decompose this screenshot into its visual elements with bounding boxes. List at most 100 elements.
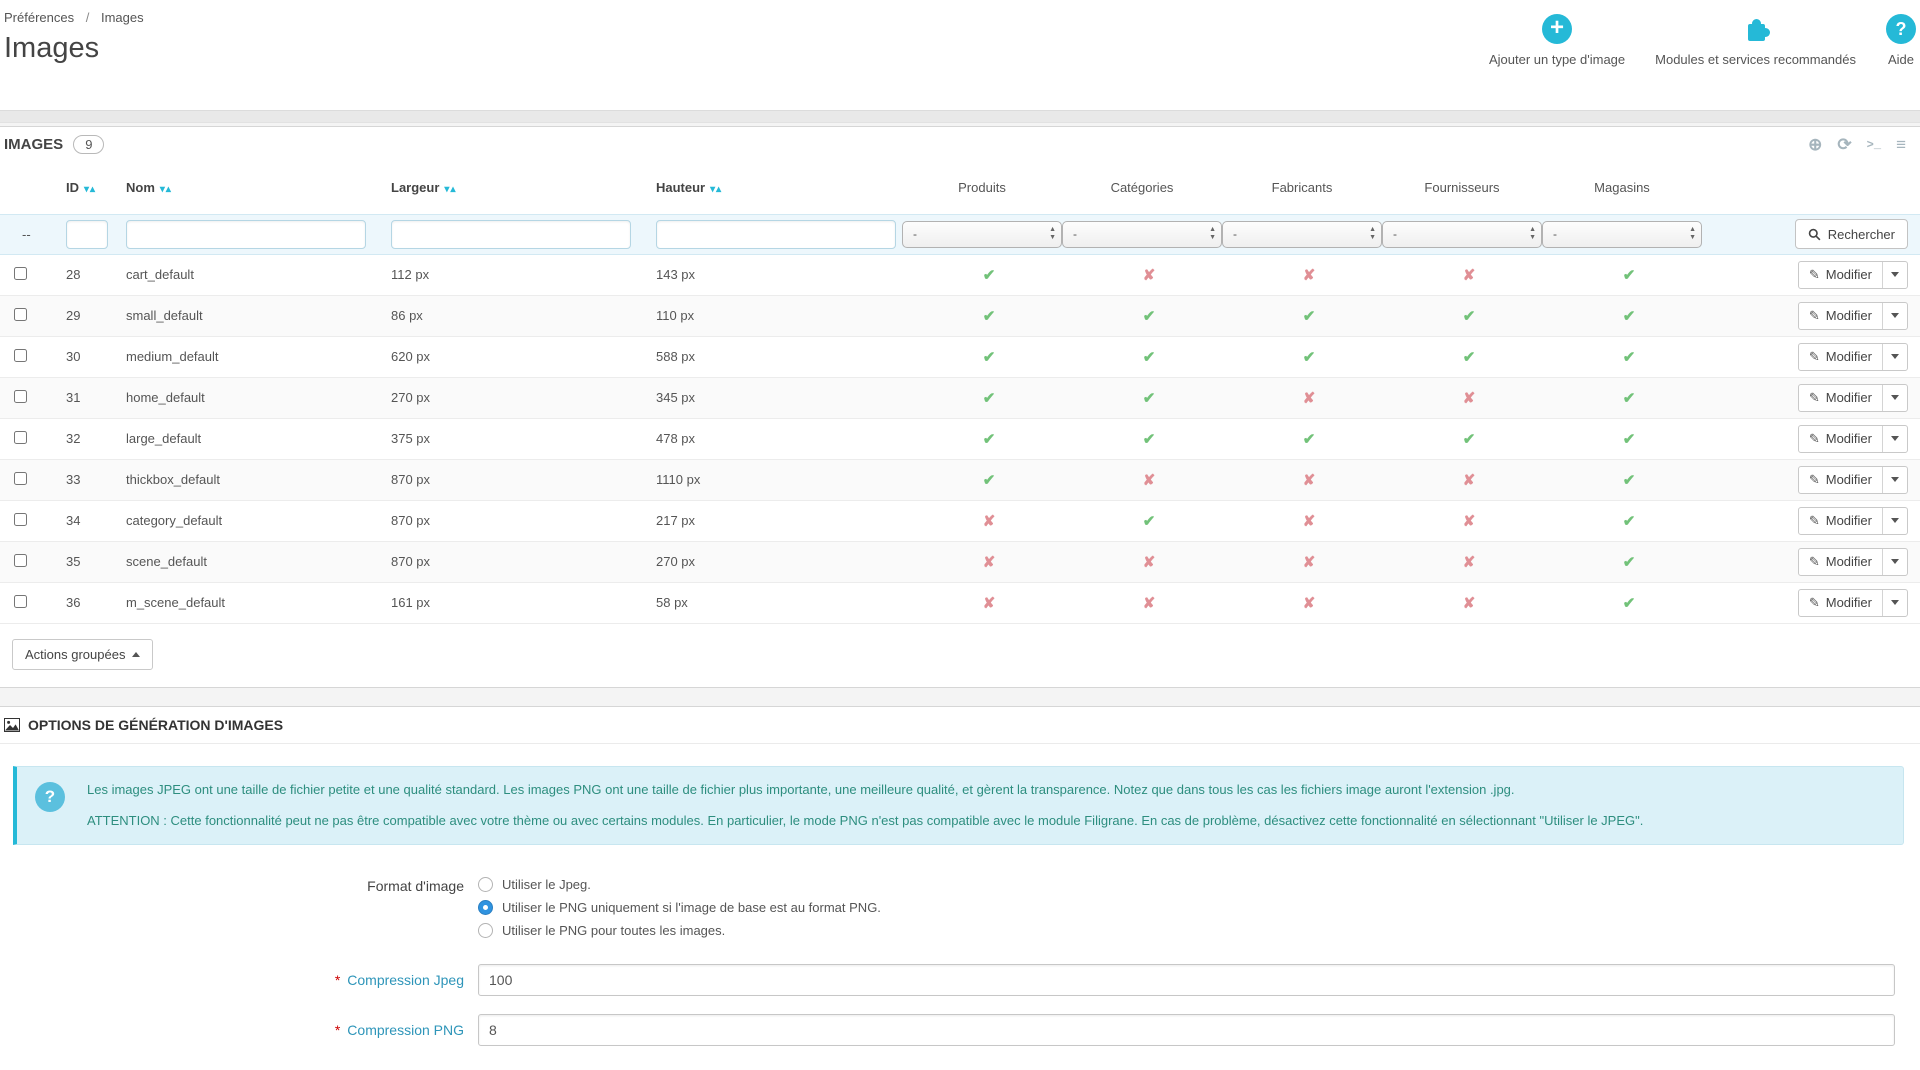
modify-button-label: Modifier <box>1826 267 1872 282</box>
row-checkbox[interactable] <box>14 431 27 444</box>
table-row: 32large_default375 px478 px✔✔✔✔✔✎Modifie… <box>0 418 1920 459</box>
bulk-actions-button[interactable]: Actions groupées <box>12 639 153 670</box>
column-header-name[interactable]: Nom▾▴ <box>112 162 377 214</box>
modify-button[interactable]: ✎Modifier <box>1798 425 1908 453</box>
table-row: 33thickbox_default870 px1110 px✔✘✘✘✔✎Mod… <box>0 459 1920 500</box>
modify-dropdown-toggle[interactable] <box>1882 385 1907 411</box>
cell-name: cart_default <box>112 254 377 295</box>
check-icon: ✔ <box>1303 349 1316 366</box>
check-icon: ✔ <box>1303 431 1316 448</box>
cell-name: m_scene_default <box>112 582 377 623</box>
modify-dropdown-toggle[interactable] <box>1882 549 1907 575</box>
modify-button[interactable]: ✎Modifier <box>1798 466 1908 494</box>
modify-button[interactable]: ✎ Modifier <box>1798 261 1908 289</box>
cell-width: 112 px <box>377 254 642 295</box>
modify-dropdown-toggle[interactable] <box>1882 426 1907 452</box>
png-compression-input[interactable] <box>478 1014 1895 1046</box>
help-icon: ? <box>1886 14 1916 44</box>
check-icon: ✔ <box>1463 349 1476 366</box>
breadcrumb-item-preferences[interactable]: Préférences <box>4 10 74 25</box>
modify-button[interactable]: ✎Modifier <box>1798 384 1908 412</box>
modify-dropdown-toggle[interactable] <box>1882 467 1907 493</box>
filter-stores-select[interactable]: - <box>1542 221 1702 248</box>
jpeg-compression-input[interactable] <box>478 964 1895 996</box>
check-icon: ✔ <box>1623 390 1636 407</box>
filter-products-select[interactable]: - <box>902 221 1062 248</box>
add-image-type-button[interactable]: + Ajouter un type d'image <box>1489 14 1625 67</box>
column-header-categories: Catégories <box>1062 162 1222 214</box>
options-panel-heading: OPTIONS DE GÉNÉRATION D'IMAGES <box>0 707 1920 744</box>
check-icon: ✔ <box>1143 431 1156 448</box>
row-checkbox[interactable] <box>14 390 27 403</box>
refresh-icon[interactable]: ⟳ <box>1837 136 1851 153</box>
recommended-modules-button[interactable]: Modules et services recommandés <box>1655 14 1856 67</box>
check-icon: ✔ <box>1143 349 1156 366</box>
column-header-width[interactable]: Largeur▾▴ <box>377 162 642 214</box>
modify-button[interactable]: ✎Modifier <box>1798 589 1908 617</box>
radio-use-png-if-base-png[interactable]: Utiliser le PNG uniquement si l'image de… <box>478 900 1895 915</box>
cross-icon: ✘ <box>1463 472 1476 489</box>
column-header-suppliers: Fournisseurs <box>1382 162 1542 214</box>
filter-height-input[interactable] <box>656 220 896 249</box>
chevron-up-icon <box>132 652 140 657</box>
pencil-icon: ✎ <box>1809 472 1820 488</box>
modify-button[interactable]: ✎Modifier <box>1798 302 1908 330</box>
row-checkbox[interactable] <box>14 513 27 526</box>
column-header-height[interactable]: Hauteur▾▴ <box>642 162 902 214</box>
header-divider <box>0 110 1920 123</box>
radio-icon <box>478 900 493 915</box>
row-checkbox[interactable] <box>14 554 27 567</box>
cell-id: 31 <box>52 377 112 418</box>
cell-name: large_default <box>112 418 377 459</box>
modify-button-label: Modifier <box>1826 308 1872 323</box>
filter-width-input[interactable] <box>391 220 631 249</box>
modify-button[interactable]: ✎Modifier <box>1798 343 1908 371</box>
breadcrumb-item-images[interactable]: Images <box>101 10 144 25</box>
pencil-icon: ✎ <box>1809 267 1820 283</box>
row-checkbox[interactable] <box>14 472 27 485</box>
cell-height: 1110 px <box>642 459 902 500</box>
check-icon: ✔ <box>1623 349 1636 366</box>
modify-dropdown-toggle[interactable] <box>1882 303 1907 329</box>
help-button[interactable]: ? Aide <box>1886 14 1916 67</box>
column-header-id[interactable]: ID▾▴ <box>52 162 112 214</box>
filter-manufacturers-select[interactable]: - <box>1222 221 1382 248</box>
cell-id: 32 <box>52 418 112 459</box>
row-checkbox[interactable] <box>14 267 27 280</box>
menu-icon[interactable]: ≡ <box>1896 136 1906 153</box>
modify-button[interactable]: ✎Modifier <box>1798 548 1908 576</box>
radio-use-png-all[interactable]: Utiliser le PNG pour toutes les images. <box>478 923 1895 938</box>
add-image-type-label: Ajouter un type d'image <box>1489 52 1625 67</box>
image-options-form: Format d'image Utiliser le Jpeg. Utilise… <box>0 845 1920 1046</box>
search-button[interactable]: Rechercher <box>1795 219 1908 249</box>
cell-height: 478 px <box>642 418 902 459</box>
filter-categories-select[interactable]: - <box>1062 221 1222 248</box>
modify-dropdown-toggle[interactable] <box>1882 590 1907 616</box>
chevron-down-icon <box>1891 436 1899 441</box>
check-icon: ✔ <box>1303 308 1316 325</box>
page-header: Préférences / Images Images + Ajouter un… <box>0 0 1920 110</box>
chevron-down-icon <box>1891 272 1899 277</box>
filter-name-input[interactable] <box>126 220 366 249</box>
cell-height: 270 px <box>642 541 902 582</box>
terminal-icon[interactable]: >_ <box>1867 139 1881 151</box>
filter-suppliers-select[interactable]: - <box>1382 221 1542 248</box>
radio-use-jpeg[interactable]: Utiliser le Jpeg. <box>478 877 1895 892</box>
filter-id-input[interactable] <box>66 220 108 249</box>
cross-icon: ✘ <box>983 595 996 612</box>
radio-label: Utiliser le PNG pour toutes les images. <box>502 923 725 938</box>
cell-width: 870 px <box>377 459 642 500</box>
row-checkbox[interactable] <box>14 308 27 321</box>
table-row: 35scene_default870 px270 px✘✘✘✘✔✎Modifie… <box>0 541 1920 582</box>
chevron-down-icon <box>1891 395 1899 400</box>
row-checkbox[interactable] <box>14 595 27 608</box>
modify-dropdown-toggle[interactable] <box>1882 262 1907 288</box>
cell-id: 35 <box>52 541 112 582</box>
modify-button[interactable]: ✎Modifier <box>1798 507 1908 535</box>
modify-dropdown-toggle[interactable] <box>1882 508 1907 534</box>
modify-dropdown-toggle[interactable] <box>1882 344 1907 370</box>
radio-label: Utiliser le Jpeg. <box>502 877 591 892</box>
help-label: Aide <box>1888 52 1914 67</box>
add-icon[interactable]: ⊕ <box>1808 136 1822 153</box>
row-checkbox[interactable] <box>14 349 27 362</box>
